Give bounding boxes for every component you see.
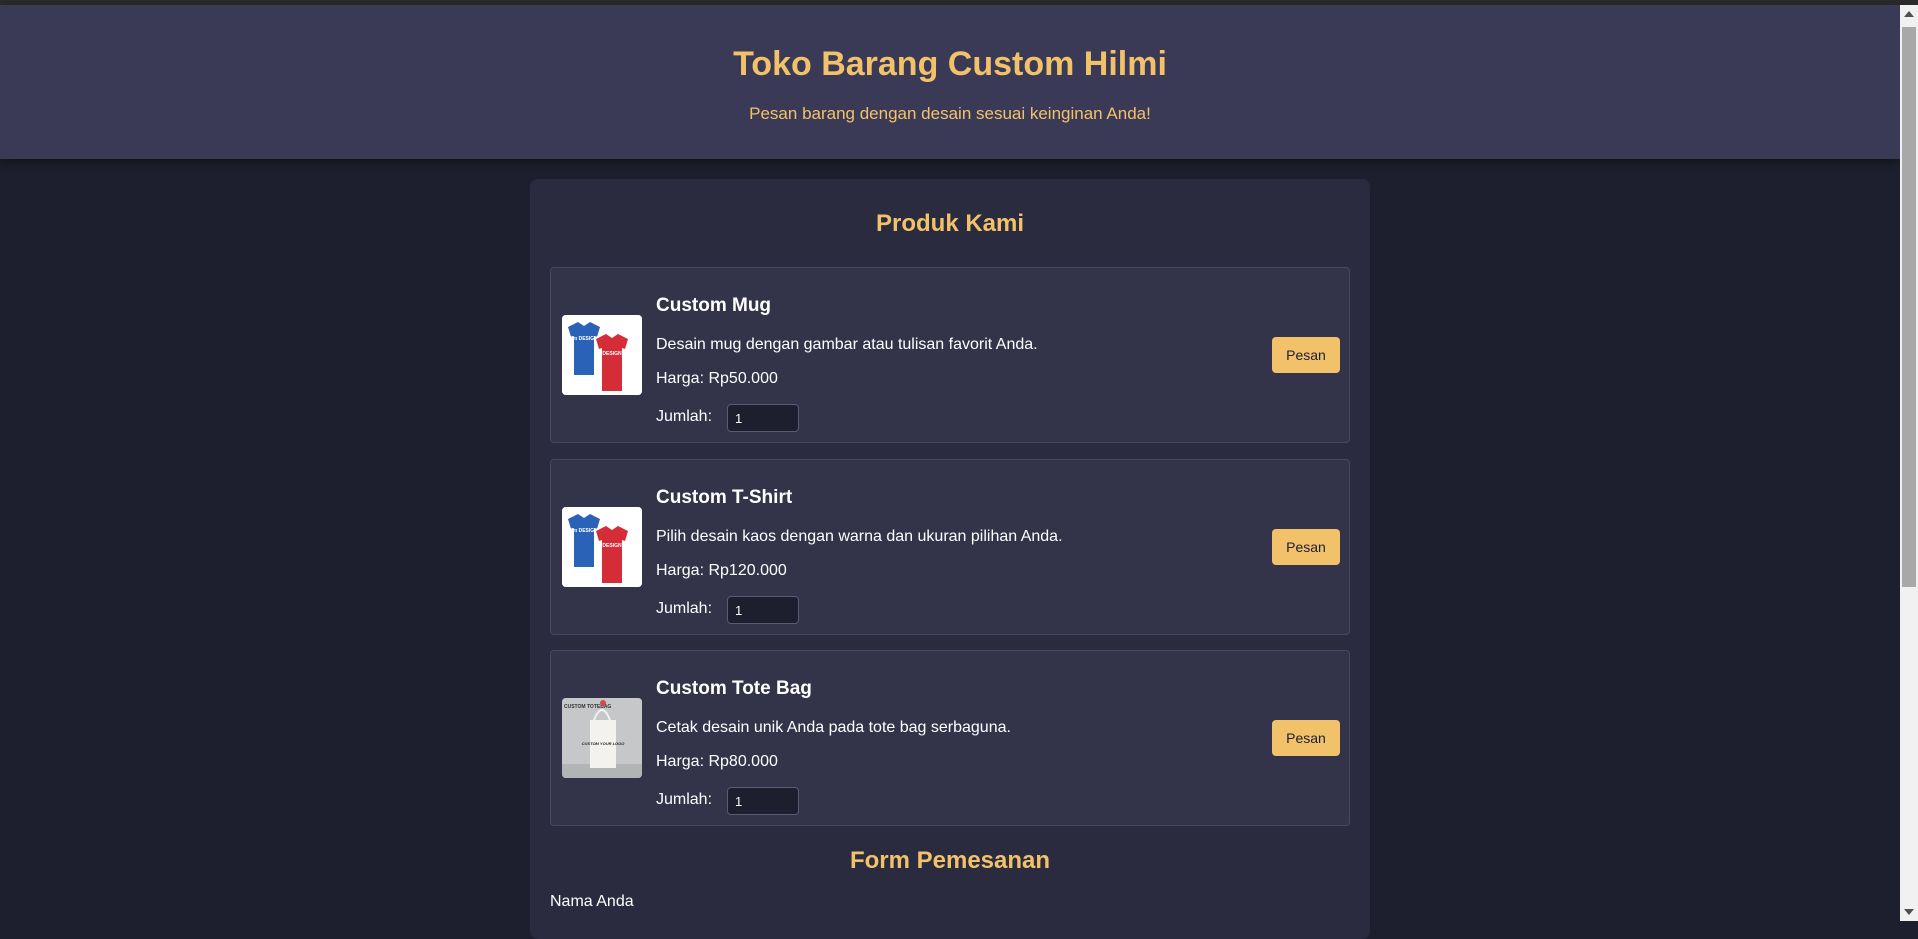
order-button[interactable]: Pesan: [1272, 720, 1340, 756]
quantity-label: Jumlah:: [656, 408, 713, 425]
scrollbar-thumb[interactable]: [1902, 27, 1916, 587]
tshirt-image-icon: I'm DESIGN DESIGN: [562, 315, 642, 395]
product-card-custom-tshirt: I'm DESIGN DESIGN Custom T-Shirt Pilih d…: [550, 459, 1350, 635]
scroll-down-arrow-icon[interactable]: [1904, 909, 1914, 915]
product-name: Custom T-Shirt: [656, 487, 793, 508]
product-description: Desain mug dengan gambar atau tulisan fa…: [656, 336, 1038, 353]
product-card-custom-mug: I'm DESIGN DESIGN Custom Mug Desain mug …: [550, 267, 1350, 443]
product-name: Custom Tote Bag: [656, 678, 812, 699]
product-description: Cetak desain unik Anda pada tote bag ser…: [656, 719, 1011, 736]
product-price: Harga: Rp50.000: [656, 370, 778, 387]
order-button[interactable]: Pesan: [1272, 529, 1340, 565]
page-subtitle: Pesan barang dengan desain sesuai keingi…: [749, 104, 1151, 123]
vertical-scrollbar[interactable]: [1900, 5, 1918, 921]
product-price: Harga: Rp120.000: [656, 562, 787, 579]
order-button[interactable]: Pesan: [1272, 337, 1340, 373]
quantity-input[interactable]: [727, 787, 799, 815]
tote-bag-image-icon: CUSTOM TOTEBAG CUSTOM YOUR LOGO: [562, 698, 642, 778]
name-field-label: Nama Anda: [550, 893, 634, 910]
page-title: Toko Barang Custom Hilmi: [733, 45, 1167, 83]
products-section-title: Produk Kami: [875, 210, 1025, 237]
tshirt-image-icon: I'm DESIGN DESIGN: [562, 507, 642, 587]
page-header: Toko Barang Custom Hilmi Pesan barang de…: [0, 5, 1900, 159]
quantity-label: Jumlah:: [656, 600, 713, 617]
order-form-title: Form Pemesanan: [849, 847, 1051, 874]
quantity-input[interactable]: [727, 404, 799, 432]
svg-text:I'm DESIGN: I'm DESIGN: [570, 528, 598, 534]
quantity-label: Jumlah:: [656, 791, 713, 808]
svg-text:DESIGN: DESIGN: [602, 543, 622, 549]
svg-text:I'm DESIGN: I'm DESIGN: [570, 336, 598, 342]
svg-text:DESIGN: DESIGN: [602, 351, 622, 357]
main-container: Produk Kami I'm DESIGN DESIGN Custom Mug…: [530, 179, 1370, 939]
quantity-input[interactable]: [727, 596, 799, 624]
product-description: Pilih desain kaos dengan warna dan ukura…: [656, 528, 1063, 545]
svg-text:CUSTOM YOUR LOGO: CUSTOM YOUR LOGO: [582, 741, 626, 746]
product-card-custom-tote-bag: CUSTOM TOTEBAG CUSTOM YOUR LOGO Custom T…: [550, 650, 1350, 826]
scroll-up-arrow-icon[interactable]: [1904, 11, 1914, 17]
product-price: Harga: Rp80.000: [656, 753, 778, 770]
product-name: Custom Mug: [656, 295, 772, 316]
